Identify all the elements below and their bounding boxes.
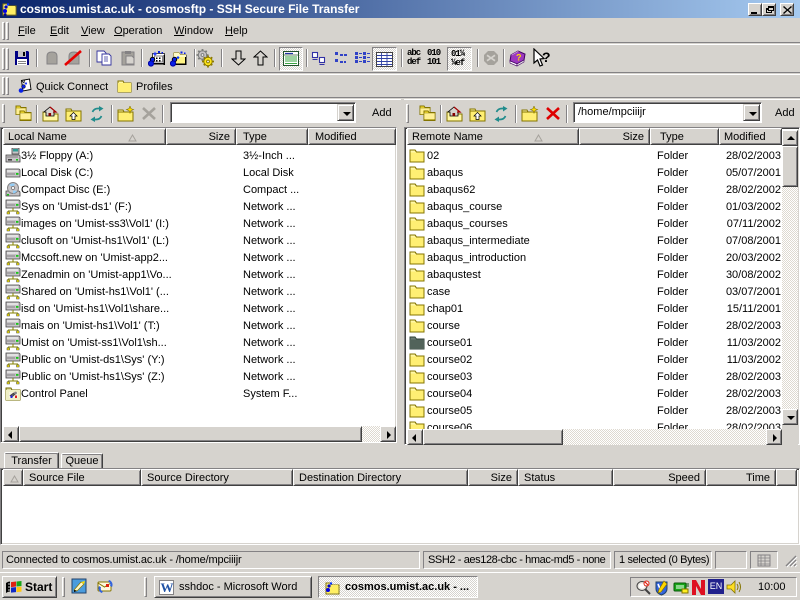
svg-text:?: ? (542, 49, 551, 65)
svg-text:?: ? (516, 53, 522, 63)
svg-text:W: W (161, 580, 174, 595)
